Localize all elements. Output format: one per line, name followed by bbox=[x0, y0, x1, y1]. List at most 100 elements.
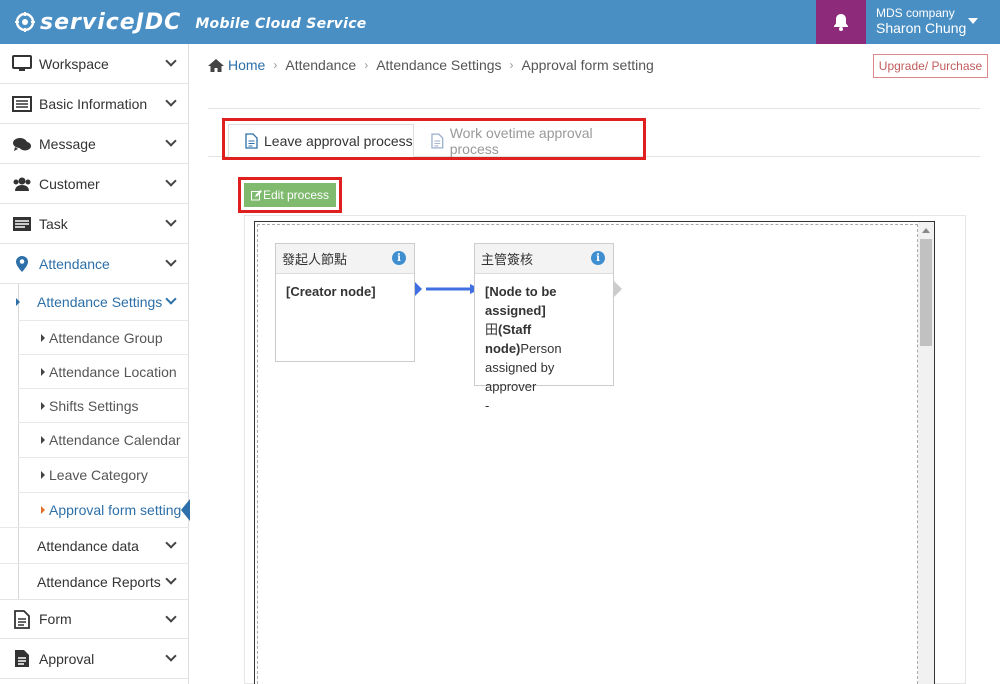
chevron-down-icon bbox=[165, 573, 177, 585]
sidebar-item-approval[interactable]: Approval bbox=[0, 639, 189, 679]
info-icon[interactable]: i bbox=[392, 251, 406, 265]
sidebar-item-customer[interactable]: Customer bbox=[0, 164, 189, 204]
sidebar-item-approval-form-setting[interactable]: Approval form setting bbox=[18, 492, 190, 526]
chevron-right-icon: › bbox=[273, 58, 278, 72]
node-tail: - bbox=[485, 398, 490, 413]
sidebar-item-workspace[interactable]: Workspace bbox=[0, 44, 189, 84]
node-title: 主管簽核 bbox=[481, 252, 534, 267]
sidebar-item-basic-information[interactable]: Basic Information bbox=[0, 84, 189, 124]
edit-process-button[interactable]: Edit process bbox=[244, 183, 336, 207]
sidebar: Workspace Basic Information Message Cust… bbox=[0, 44, 190, 684]
breadcrumb: Home › Attendance › Attendance Settings … bbox=[207, 56, 654, 74]
sidebar-item-label: Approval form setting bbox=[49, 501, 182, 518]
node-type: [Creator node] bbox=[286, 284, 376, 299]
sidebar-item-leave-category[interactable]: Leave Category bbox=[18, 457, 189, 491]
sidebar-item-label: Attendance Reports bbox=[37, 573, 161, 590]
sidebar-item-label: Attendance data bbox=[37, 537, 139, 554]
node-header: 主管簽核 i bbox=[475, 244, 613, 274]
list-icon bbox=[12, 95, 32, 113]
sidebar-item-attendance-group[interactable]: Attendance Group bbox=[18, 320, 189, 354]
process-node-creator[interactable]: 發起人節點 i [Creator node] bbox=[275, 243, 415, 362]
sidebar-item-label: Shifts Settings bbox=[49, 397, 139, 414]
sidebar-item-attendance-settings[interactable]: Attendance Settings bbox=[0, 284, 189, 320]
logo-tagline: Mobile Cloud Service bbox=[195, 15, 367, 32]
tab-label: Work ovetime approval process bbox=[449, 124, 593, 157]
node-type: [Node to be assigned] bbox=[485, 284, 557, 318]
app-logo[interactable]: serviceJDC Mobile Cloud Service bbox=[14, 8, 367, 36]
sidebar-item-label: Approval bbox=[39, 650, 95, 667]
document-icon bbox=[431, 133, 444, 148]
sidebar-item-label: Form bbox=[39, 611, 72, 627]
node-header: 發起人節點 i bbox=[276, 244, 414, 274]
breadcrumb-item[interactable]: Attendance bbox=[285, 57, 356, 73]
chevron-down-icon bbox=[165, 215, 177, 227]
divider bbox=[208, 108, 980, 109]
tab-work-overtime-approval-process[interactable]: Work ovetime approval process bbox=[419, 124, 641, 157]
output-port-icon[interactable] bbox=[613, 280, 623, 298]
chevron-down-icon bbox=[165, 537, 177, 549]
chevron-down-icon bbox=[165, 293, 177, 305]
sidebar-item-shifts-settings[interactable]: Shifts Settings bbox=[18, 388, 189, 422]
sidebar-item-attendance-data[interactable]: Attendance data bbox=[0, 527, 189, 563]
sidebar-item-attendance-calendar[interactable]: Attendance Calendar bbox=[18, 422, 189, 456]
sidebar-item-label: Attendance Calendar bbox=[49, 431, 181, 448]
edit-icon bbox=[250, 189, 262, 200]
logo-text: serviceJDC bbox=[40, 9, 182, 35]
chevron-down-icon bbox=[165, 175, 177, 187]
caret-down-icon bbox=[968, 18, 978, 24]
sidebar-item-label: Customer bbox=[39, 175, 100, 192]
chevron-right-icon: › bbox=[509, 58, 514, 72]
canvas-scrollbar[interactable] bbox=[918, 222, 934, 684]
home-icon[interactable] bbox=[207, 58, 225, 73]
edit-process-label: Edit process bbox=[262, 188, 330, 202]
sidebar-item-message[interactable]: Message bbox=[0, 124, 189, 164]
sidebar-item-label: Leave Category bbox=[49, 466, 148, 483]
caret-right-icon bbox=[41, 471, 45, 479]
sidebar-item-task[interactable]: Task bbox=[0, 204, 189, 244]
document-icon bbox=[245, 132, 258, 149]
notification-button[interactable] bbox=[816, 0, 866, 44]
chevron-down-icon bbox=[165, 55, 177, 67]
node-title: 發起人節點 bbox=[282, 252, 348, 267]
sidebar-item-label: Attendance Location bbox=[49, 363, 177, 380]
sidebar-item-attendance-location[interactable]: Attendance Location bbox=[18, 354, 189, 388]
process-node-supervisor[interactable]: 主管簽核 i [Node to be assigned] 田(Staff nod… bbox=[474, 243, 614, 413]
caret-right-icon bbox=[41, 402, 45, 410]
sidebar-item-label: Attendance Group bbox=[49, 329, 163, 346]
info-icon[interactable]: i bbox=[591, 251, 605, 265]
sidebar-item-label: Basic Information bbox=[39, 95, 148, 112]
users-icon bbox=[12, 175, 32, 193]
caret-right-icon bbox=[41, 436, 45, 444]
logo-icon bbox=[15, 12, 35, 32]
chevron-down-icon bbox=[165, 650, 177, 662]
process-tabs: Leave approval process Work ovetime appr… bbox=[222, 118, 646, 160]
sidebar-item-label: Task bbox=[39, 215, 68, 232]
caret-right-icon bbox=[16, 298, 20, 306]
task-icon bbox=[12, 215, 32, 233]
scroll-thumb[interactable] bbox=[920, 239, 932, 346]
chat-icon bbox=[12, 135, 32, 153]
staff-node-prefix: 田 bbox=[485, 322, 499, 337]
breadcrumb-current: Approval form setting bbox=[521, 57, 654, 73]
caret-right-icon bbox=[41, 334, 45, 342]
sidebar-item-attendance-reports[interactable]: Attendance Reports bbox=[0, 563, 189, 599]
user-company: MDS company bbox=[876, 6, 955, 20]
sidebar-item-attendance[interactable]: Attendance bbox=[0, 244, 189, 284]
scroll-up-icon[interactable] bbox=[922, 228, 930, 233]
chevron-right-icon: › bbox=[364, 58, 369, 72]
breadcrumb-item[interactable]: Attendance Settings bbox=[376, 57, 501, 73]
active-indicator bbox=[181, 499, 190, 521]
edit-process-highlight: Edit process bbox=[238, 177, 342, 213]
user-menu[interactable]: MDS company Sharon Chung bbox=[866, 0, 1000, 44]
caret-right-icon bbox=[41, 368, 45, 376]
chevron-down-icon bbox=[165, 255, 177, 267]
sidebar-item-label: Message bbox=[39, 135, 96, 152]
monitor-icon bbox=[12, 55, 32, 73]
tab-leave-approval-process[interactable]: Leave approval process bbox=[228, 124, 414, 157]
chevron-down-icon bbox=[165, 95, 177, 107]
breadcrumb-home-link[interactable]: Home bbox=[228, 57, 265, 73]
sidebar-item-form[interactable]: Form bbox=[0, 599, 189, 639]
upgrade-purchase-button[interactable]: Upgrade/ Purchase bbox=[873, 54, 988, 78]
caret-right-icon bbox=[41, 506, 45, 514]
user-name: Sharon Chung bbox=[876, 20, 967, 36]
